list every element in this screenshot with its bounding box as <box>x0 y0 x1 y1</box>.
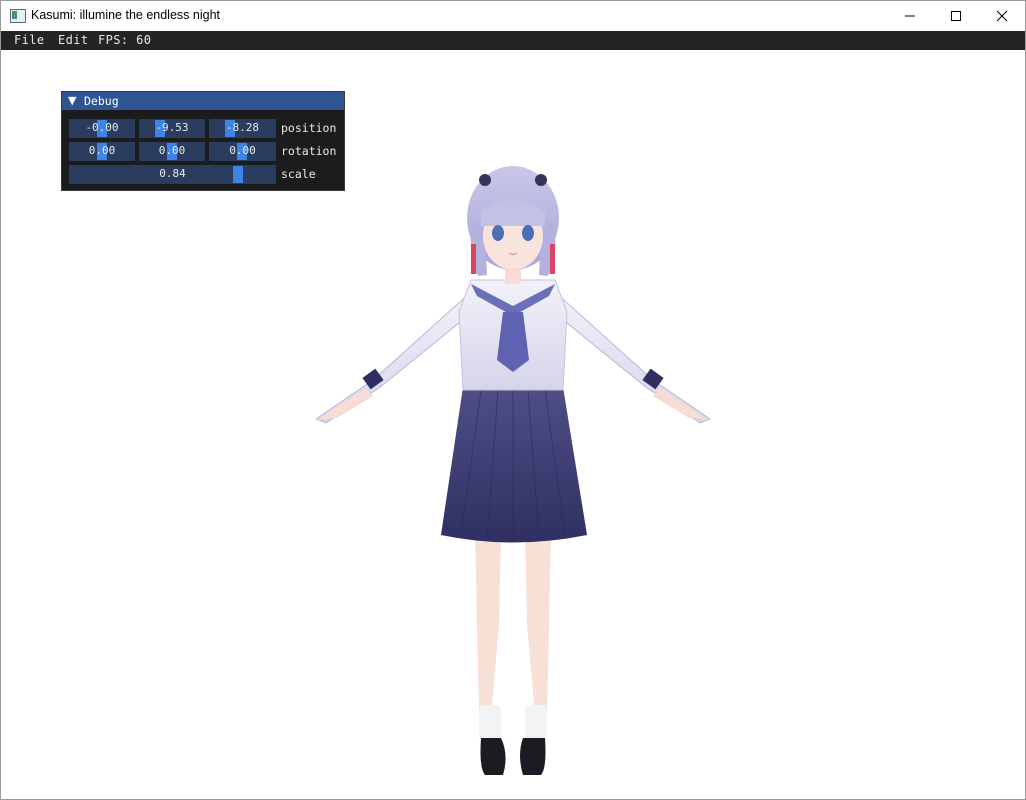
rotation-label: rotation <box>281 144 337 158</box>
position-label: position <box>281 121 337 135</box>
rotation-z-drag[interactable]: 0.00 <box>209 142 276 161</box>
rotation-x-drag[interactable]: 0.00 <box>69 142 135 161</box>
window-title: Kasumi: illumine the endless night <box>31 8 220 22</box>
menu-bar: File Edit FPS: 60 <box>1 31 1025 50</box>
maximize-icon <box>951 11 961 21</box>
title-bar[interactable]: Kasumi: illumine the endless night <box>1 1 1025 31</box>
fps-counter: FPS: 60 <box>98 33 152 47</box>
rotation-y-drag[interactable]: 0.00 <box>139 142 205 161</box>
scale-label: scale <box>281 167 316 181</box>
minimize-icon <box>905 15 915 17</box>
position-z-value: -8.28 <box>225 121 260 134</box>
menu-file[interactable]: File <box>14 33 45 47</box>
maximize-button[interactable] <box>933 1 979 31</box>
debug-panel-title: Debug <box>84 94 119 108</box>
rotation-z-value: 0.00 <box>229 144 256 157</box>
rotation-x-value: 0.00 <box>88 144 116 157</box>
menu-edit[interactable]: Edit <box>58 33 89 47</box>
scale-value: 0.84 <box>159 167 186 180</box>
position-x-value: -0.00 <box>85 121 119 134</box>
scale-slider[interactable]: 0.84 <box>69 165 276 184</box>
close-icon <box>996 10 1008 22</box>
rotation-y-value: 0.00 <box>158 144 186 157</box>
app-icon <box>10 9 26 23</box>
debug-panel-header[interactable]: ▼ Debug <box>62 92 344 110</box>
position-z-drag[interactable]: -8.28 <box>209 119 276 138</box>
collapse-arrow-icon[interactable]: ▼ <box>68 94 76 107</box>
position-y-drag[interactable]: -9.53 <box>139 119 205 138</box>
position-x-drag[interactable]: -0.00 <box>69 119 135 138</box>
close-button[interactable] <box>979 1 1025 31</box>
debug-panel: ▼ Debug -0.00 -9.53 -8.28 position 0.00 … <box>61 91 345 191</box>
position-y-value: -9.53 <box>155 121 189 134</box>
minimize-button[interactable] <box>887 1 933 31</box>
